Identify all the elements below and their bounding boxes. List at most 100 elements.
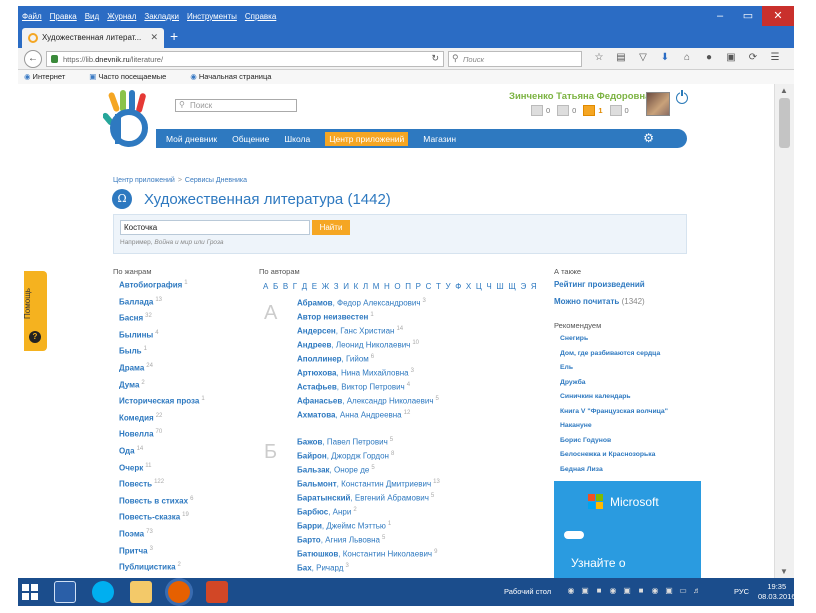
author-link[interactable]: Автор неизвестен 1 <box>297 312 439 326</box>
skype-icon[interactable] <box>92 581 114 603</box>
scroll-up-icon[interactable]: ▲ <box>780 86 788 95</box>
recommendation-link[interactable]: Дружба <box>560 379 668 394</box>
genre-link[interactable]: Повесть-сказка 19 <box>119 512 205 529</box>
page-scrollbar[interactable]: ▲ ▼ <box>774 84 794 578</box>
author-link[interactable]: Абрамов, Федор Александрович 3 <box>297 298 439 312</box>
genre-link[interactable]: Публицистика 2 <box>119 562 205 578</box>
notifications-icon[interactable] <box>583 105 596 116</box>
tab-close-icon[interactable]: ✕ <box>150 32 158 43</box>
recommendation-link[interactable]: Книга V "Французская волчица" <box>560 408 668 423</box>
recommendation-link[interactable]: Ель <box>560 364 668 379</box>
author-link[interactable]: Бальмонт, Константин Дмитриевич 13 <box>297 479 440 493</box>
help-tab[interactable]: Помощь ? <box>23 271 47 351</box>
genre-link[interactable]: Повесть 122 <box>119 479 205 496</box>
download-icon[interactable]: ⬇ <box>654 52 676 63</box>
breadcrumb-app-center[interactable]: Центр приложений <box>113 177 175 184</box>
author-link[interactable]: Ахматова, Анна Андреевна 12 <box>297 410 439 424</box>
nav-communication[interactable]: Общение <box>232 134 269 144</box>
new-tab-button[interactable]: + <box>170 28 178 44</box>
scroll-thumb[interactable] <box>779 98 790 148</box>
genre-link[interactable]: Баллада 13 <box>119 297 205 314</box>
genre-link[interactable]: Повесть в стихах 6 <box>119 496 205 513</box>
nav-school[interactable]: Школа <box>284 134 310 144</box>
author-link[interactable]: Астафьев, Виктор Петрович 4 <box>297 382 439 396</box>
recommendation-link[interactable]: Белоснежка и Краснозорька <box>560 451 668 466</box>
pocket-icon[interactable]: ▽ <box>632 52 654 63</box>
author-link[interactable]: Барбюс, Анри 2 <box>297 507 440 521</box>
nav-app-center[interactable]: Центр приложений <box>325 131 409 146</box>
genre-link[interactable]: Ода 14 <box>119 446 205 463</box>
firefox-icon[interactable] <box>168 581 190 603</box>
language-indicator[interactable]: РУС <box>734 587 749 596</box>
tray-app-icon[interactable]: ▣ <box>620 586 634 598</box>
volume-icon[interactable]: ♬ <box>690 586 704 598</box>
close-window-button[interactable]: ✕ <box>762 6 794 26</box>
desktop-toolbar-label[interactable]: Рабочий стол <box>504 587 551 596</box>
maximize-button[interactable]: ▭ <box>734 6 762 26</box>
minimize-button[interactable]: – <box>706 6 734 26</box>
nav-shop[interactable]: Магазин <box>423 134 456 144</box>
user-name-link[interactable]: Зинченко Татьяна Федоровна <box>509 91 650 102</box>
literature-search-input[interactable]: Косточка <box>120 220 310 235</box>
recommendation-link[interactable]: Борис Годунов <box>560 437 668 452</box>
menu-view[interactable]: Вид <box>85 12 99 21</box>
genre-link[interactable]: Дума 2 <box>119 380 205 397</box>
clock[interactable]: 19:35 08.03.2016 <box>758 582 794 602</box>
recommendation-link[interactable]: Бедная Лиза <box>560 466 668 481</box>
bookmark-home-page[interactable]: ◉ Начальная страница <box>190 72 283 84</box>
genre-link[interactable]: Притча 3 <box>119 546 205 563</box>
author-link[interactable]: Бажов, Павел Петрович 5 <box>297 437 440 451</box>
site-search-input[interactable]: ⚲ Поиск <box>175 99 297 112</box>
screenshot-icon[interactable]: ▣ <box>720 52 742 63</box>
avatar[interactable] <box>646 92 670 116</box>
genre-link[interactable]: Драма 24 <box>119 363 205 380</box>
back-button[interactable]: ← <box>24 50 42 68</box>
friends-icon[interactable] <box>557 105 570 116</box>
microsoft-ad-banner[interactable]: Microsoft Узнайте о <box>554 481 701 578</box>
powerpoint-icon[interactable] <box>206 581 228 603</box>
author-link[interactable]: Батюшков, Константин Николаевич 9 <box>297 549 440 563</box>
author-link[interactable]: Андерсен, Ганс Христиан 14 <box>297 326 439 340</box>
genre-link[interactable]: Автобиография 1 <box>119 280 205 297</box>
alphabet-index[interactable]: А Б В Г Д Е Ж З И К Л М Н О П Р С Т У Ф … <box>263 282 538 291</box>
genre-link[interactable]: Былины 4 <box>119 330 205 347</box>
home-icon[interactable]: ⌂ <box>676 52 698 63</box>
author-link[interactable]: Байрон, Джордж Гордон 8 <box>297 451 440 465</box>
genre-link[interactable]: Комедия 22 <box>119 413 205 430</box>
scroll-down-icon[interactable]: ▼ <box>780 567 788 576</box>
genre-link[interactable]: Басня 32 <box>119 313 205 330</box>
gear-icon[interactable]: ⚙ <box>643 131 654 145</box>
menu-edit[interactable]: Правка <box>50 12 77 21</box>
menu-bookmarks[interactable]: Закладки <box>144 12 179 21</box>
url-bar[interactable]: https://lib.dnevnik.ru/literature/ ↻ <box>46 51 444 67</box>
author-link[interactable]: Барри, Джеймс Мэттью 1 <box>297 521 440 535</box>
mail-icon[interactable] <box>531 105 543 116</box>
genre-link[interactable]: Быль 1 <box>119 346 205 363</box>
logout-power-icon[interactable] <box>676 90 688 104</box>
author-link[interactable]: Бах, Ричард 3 <box>297 563 440 577</box>
breadcrumb-services[interactable]: Сервисы Дневника <box>185 177 247 184</box>
menu-tools[interactable]: Инструменты <box>187 12 237 21</box>
reload-icon[interactable]: ↻ <box>431 53 439 64</box>
can-read-link[interactable]: Можно почитать (1342) <box>554 297 645 314</box>
bookmark-internet[interactable]: ◉ Интернет <box>24 72 77 84</box>
star-icon[interactable]: ☆ <box>588 52 610 63</box>
tray-app-icon[interactable]: ◉ <box>564 586 578 598</box>
recommendation-link[interactable]: Дом, где разбиваются сердца <box>560 350 668 365</box>
sync-icon[interactable]: ⟳ <box>742 52 764 63</box>
chat-icon[interactable]: ● <box>698 52 720 63</box>
rating-link[interactable]: Рейтинг произведений <box>554 280 645 297</box>
recommendation-link[interactable]: Снегирь <box>560 335 668 350</box>
start-button[interactable] <box>22 584 38 600</box>
save-app-icon[interactable] <box>54 581 76 603</box>
bookmark-most-visited[interactable]: ▣ Часто посещаемые <box>89 72 178 84</box>
network-icon[interactable]: ▭ <box>676 586 690 598</box>
menu-icon[interactable]: ☰ <box>764 52 786 63</box>
author-link[interactable]: Андреев, Леонид Николаевич 10 <box>297 340 439 354</box>
tray-app-icon[interactable]: ◉ <box>648 586 662 598</box>
tray-app-icon[interactable]: ▣ <box>578 586 592 598</box>
menu-history[interactable]: Журнал <box>107 12 136 21</box>
recommendation-link[interactable]: Синичкин календарь <box>560 393 668 408</box>
file-explorer-icon[interactable] <box>130 581 152 603</box>
author-link[interactable]: Аполлинер, Гийом 6 <box>297 354 439 368</box>
